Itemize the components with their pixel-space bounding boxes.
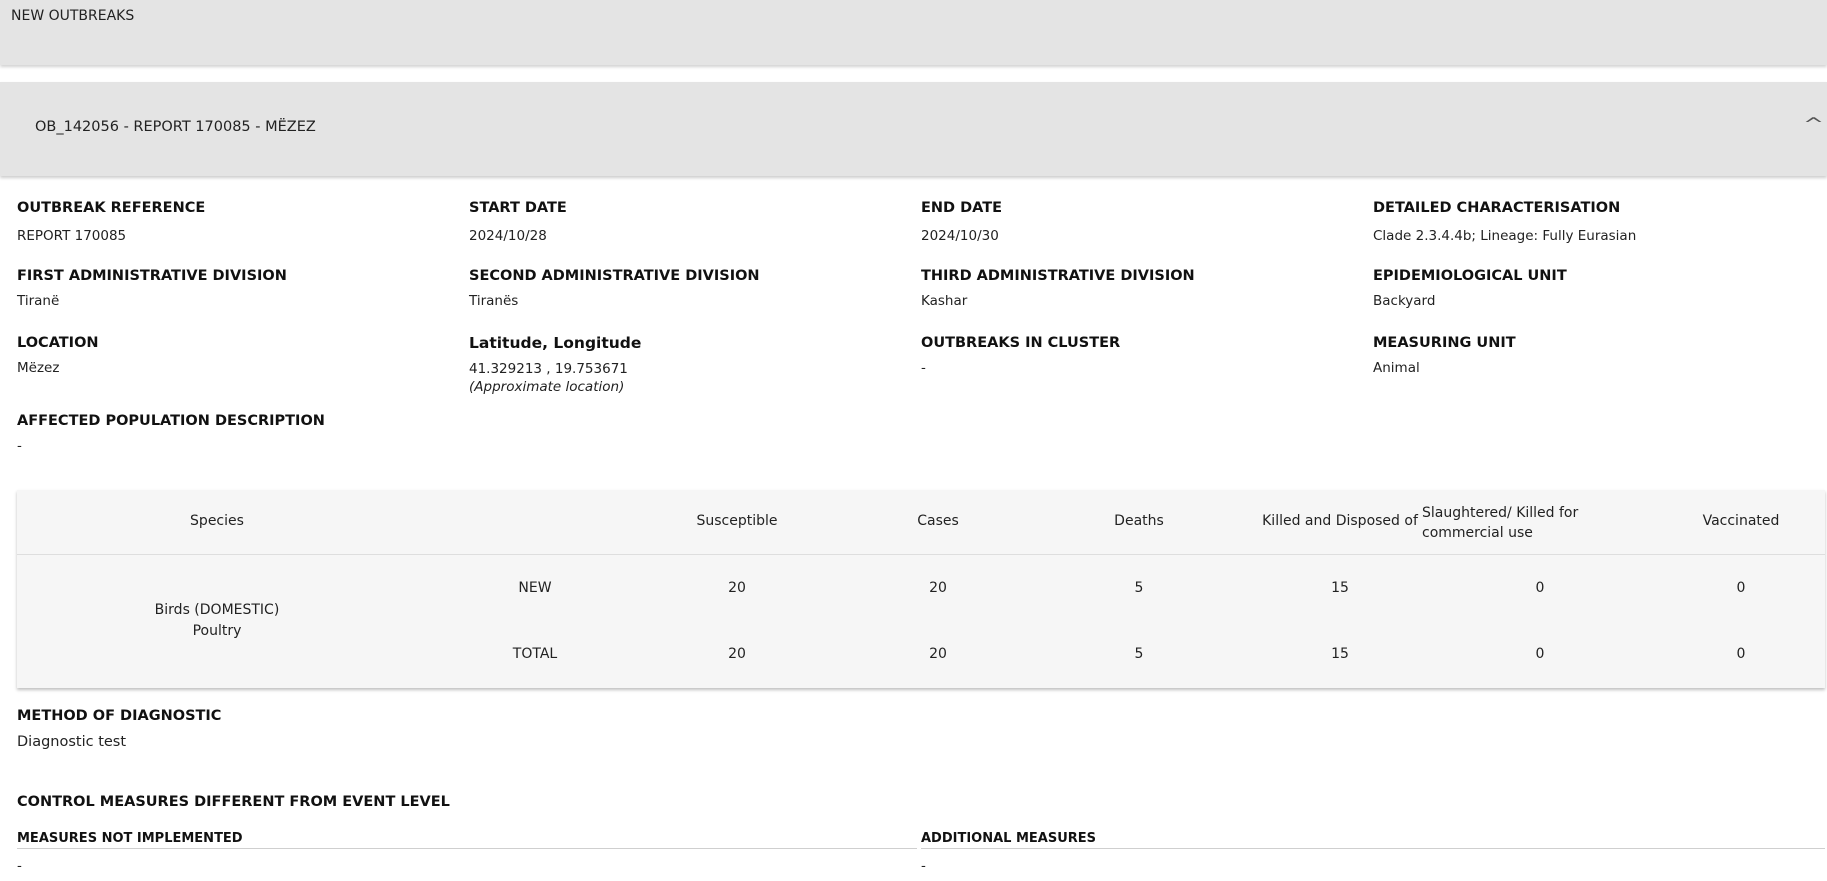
header-species: Species xyxy=(190,513,244,529)
field-value: Mëzez xyxy=(17,360,60,376)
header-deaths: Deaths xyxy=(1114,513,1164,529)
species-name: Birds (DOMESTIC) xyxy=(154,602,280,618)
field-label: START DATE xyxy=(469,200,567,216)
row-total-susceptible: 20 xyxy=(728,646,746,662)
species-table: Species Susceptible Cases Deaths Killed … xyxy=(17,490,1825,688)
field-label: METHOD OF DIAGNOSTIC xyxy=(17,708,222,724)
field-value: - xyxy=(921,360,926,376)
field-label: DETAILED CHARACTERISATION xyxy=(1373,200,1621,216)
field-label: OUTBREAKS IN CLUSTER xyxy=(921,335,1121,351)
location-field: LOCATION Mëzez xyxy=(17,335,99,376)
field-label: THIRD ADMINISTRATIVE DIVISION xyxy=(921,268,1195,284)
outbreaks-in-cluster-field: OUTBREAKS IN CLUSTER - xyxy=(921,335,1120,376)
second-admin-division-field: SECOND ADMINISTRATIVE DIVISION Tiranës xyxy=(469,268,760,309)
section-title: NEW OUTBREAKS xyxy=(11,8,135,24)
field-value: Clade 2.3.4.4b; Lineage: Fully Eurasian xyxy=(1373,228,1637,244)
header-vaccinated: Vaccinated xyxy=(1702,513,1780,529)
row-new-type: NEW xyxy=(518,580,552,596)
header-divider xyxy=(17,554,1825,555)
field-value: Animal xyxy=(1373,360,1420,376)
section-label: CONTROL MEASURES DIFFERENT FROM EVENT LE… xyxy=(17,794,450,810)
field-value: - xyxy=(17,858,22,874)
detailed-characterisation-field: DETAILED CHARACTERISATION Clade 2.3.4.4b… xyxy=(1373,200,1636,244)
outbreak-reference-field: OUTBREAK REFERENCE REPORT 170085 xyxy=(17,200,205,244)
row-total-type: TOTAL xyxy=(512,646,558,662)
field-label: AFFECTED POPULATION DESCRIPTION xyxy=(17,413,325,429)
field-value: Backyard xyxy=(1373,293,1436,309)
field-label: OUTBREAK REFERENCE xyxy=(17,200,206,216)
field-label: MEASURES NOT IMPLEMENTED xyxy=(17,831,243,846)
field-value: - xyxy=(921,858,926,874)
field-value: Tiranë xyxy=(17,293,60,309)
field-value: - xyxy=(17,438,22,454)
species-subtype: Poultry xyxy=(192,623,242,639)
additional-measures-field: ADDITIONAL MEASURES - xyxy=(921,831,1096,874)
lat-long-field: Latitude, Longitude 41.329213 , 19.75367… xyxy=(469,334,641,395)
new-outbreaks-header[interactable]: NEW OUTBREAKS xyxy=(0,0,1827,65)
divider xyxy=(17,848,917,849)
field-label: ADDITIONAL MEASURES xyxy=(921,831,1097,846)
field-value: REPORT 170085 xyxy=(17,228,127,244)
approximate-location-note: (Approximate location) xyxy=(469,379,625,395)
field-value: 41.329213 , 19.753671 xyxy=(469,361,628,377)
affected-population-field: AFFECTED POPULATION DESCRIPTION - xyxy=(17,413,325,454)
field-label: MEASURING UNIT xyxy=(1373,335,1516,351)
row-new-deaths: 5 xyxy=(1134,580,1144,596)
row-total-killed: 15 xyxy=(1331,646,1349,662)
field-label: Latitude, Longitude xyxy=(469,334,642,352)
row-total-vaccinated: 0 xyxy=(1736,646,1746,662)
field-label: SECOND ADMINISTRATIVE DIVISION xyxy=(469,268,760,284)
field-value: Kashar xyxy=(921,293,968,309)
end-date-field: END DATE 2024/10/30 xyxy=(921,200,1002,244)
epidemiological-unit-field: EPIDEMIOLOGICAL UNIT Backyard xyxy=(1373,268,1567,309)
field-value: 2024/10/30 xyxy=(921,228,999,244)
field-label: FIRST ADMINISTRATIVE DIVISION xyxy=(17,268,287,284)
row-new-susceptible: 20 xyxy=(728,580,746,596)
measuring-unit-field: MEASURING UNIT Animal xyxy=(1373,335,1516,376)
field-label: LOCATION xyxy=(17,335,99,351)
outbreak-accordion-header[interactable]: OB_142056 - REPORT 170085 - MËZEZ ^ xyxy=(0,82,1827,176)
row-new-vaccinated: 0 xyxy=(1736,580,1746,596)
control-measures-heading: CONTROL MEASURES DIFFERENT FROM EVENT LE… xyxy=(17,794,450,810)
row-total-slaughtered: 0 xyxy=(1535,646,1545,662)
outbreak-title: OB_142056 - REPORT 170085 - MËZEZ xyxy=(35,119,316,135)
row-new-slaughtered: 0 xyxy=(1535,580,1545,596)
header-susceptible: Susceptible xyxy=(696,513,778,529)
field-value: Diagnostic test xyxy=(17,734,127,750)
field-value: Tiranës xyxy=(469,293,519,309)
divider xyxy=(921,848,1825,849)
measures-not-implemented-field: MEASURES NOT IMPLEMENTED - xyxy=(17,831,243,874)
chevron-up-icon[interactable]: ^ xyxy=(1803,114,1824,135)
field-label: EPIDEMIOLOGICAL UNIT xyxy=(1373,268,1567,284)
field-value: 2024/10/28 xyxy=(469,228,547,244)
row-total-cases: 20 xyxy=(929,646,947,662)
header-cases: Cases xyxy=(917,513,959,529)
row-new-killed: 15 xyxy=(1331,580,1349,596)
start-date-field: START DATE 2024/10/28 xyxy=(469,200,567,244)
row-new-cases: 20 xyxy=(929,580,947,596)
field-label: END DATE xyxy=(921,200,1003,216)
method-of-diagnostic-field: METHOD OF DIAGNOSTIC Diagnostic test xyxy=(17,708,221,750)
header-killed: Killed and Disposed of xyxy=(1262,513,1418,529)
first-admin-division-field: FIRST ADMINISTRATIVE DIVISION Tiranë xyxy=(17,268,287,309)
row-total-deaths: 5 xyxy=(1134,646,1144,662)
header-slaughtered: Slaughtered/ Killed for commercial use xyxy=(1422,505,1579,541)
third-admin-division-field: THIRD ADMINISTRATIVE DIVISION Kashar xyxy=(921,268,1195,309)
